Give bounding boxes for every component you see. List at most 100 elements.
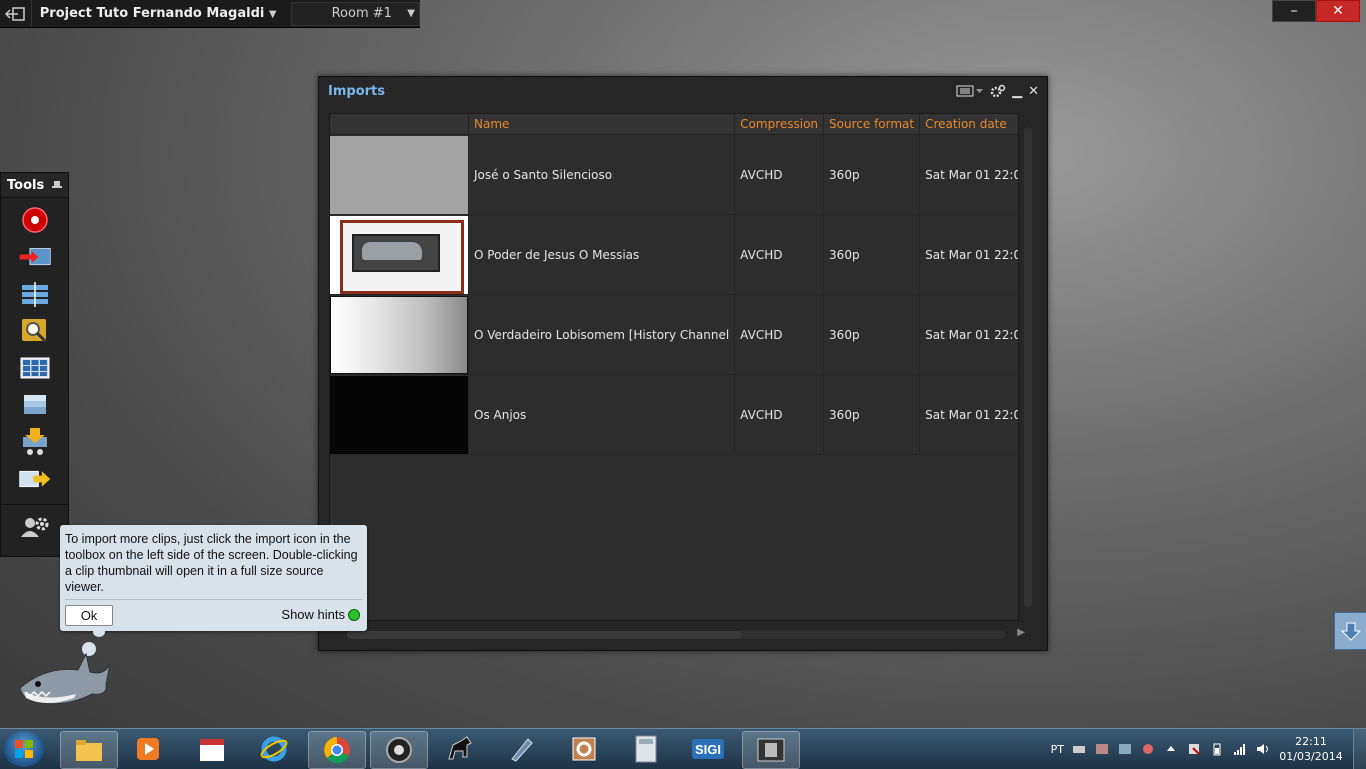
view-list-icon[interactable] — [956, 85, 984, 97]
calendar-icon — [200, 739, 224, 761]
language-indicator[interactable]: PT — [1051, 743, 1064, 756]
clip-compression: AVCHD — [734, 214, 825, 295]
tray-app-icon[interactable] — [1095, 742, 1109, 756]
clip-thumbnail[interactable] — [330, 134, 469, 215]
volume-icon[interactable] — [1256, 742, 1270, 756]
taskbar-chrome[interactable] — [308, 731, 366, 769]
clip-thumbnail[interactable] — [330, 374, 469, 455]
exit-icon — [5, 6, 26, 21]
chevron-down-icon: ▼ — [268, 9, 277, 20]
show-hidden-icons-icon[interactable] — [1164, 742, 1178, 756]
scroll-right-icon[interactable]: ▶ — [1017, 627, 1025, 638]
tray-wifi-app-icon[interactable] — [1141, 742, 1155, 756]
search-button[interactable] — [18, 316, 52, 346]
start-button[interactable] — [4, 731, 44, 767]
taskbar-horse-app[interactable] — [432, 731, 488, 767]
clip-name: O Poder de Jesus O Messias — [468, 214, 736, 295]
keyboard-icon[interactable] — [1072, 742, 1086, 756]
hint-ok-button[interactable]: Ok — [65, 605, 113, 626]
close-button[interactable]: ✕ — [1316, 0, 1360, 22]
tool-icon — [511, 738, 533, 762]
lightworks-icon — [386, 737, 412, 763]
clip-format: 360p — [823, 374, 921, 455]
taskbar-lightworks[interactable] — [370, 731, 428, 769]
project-name: Project Tuto Fernando Magaldi — [39, 6, 265, 21]
vertical-scroll-track[interactable] — [1024, 127, 1032, 607]
download-widget[interactable] — [1334, 612, 1366, 650]
shark-mascot[interactable] — [16, 652, 112, 710]
sigi-icon: SIGI — [692, 739, 724, 759]
share-button[interactable] — [18, 464, 52, 494]
taskbar-calculator[interactable] — [618, 731, 674, 767]
room-selector[interactable]: Room #1 ▼ — [290, 1, 420, 26]
output-button[interactable] — [18, 427, 52, 457]
arrow-down-icon — [1341, 622, 1361, 641]
column-header-compression[interactable]: Compression — [734, 114, 825, 135]
clip-date: Sat Mar 01 22:03:33 — [919, 214, 1018, 295]
clip-thumbnail[interactable] — [330, 214, 469, 295]
action-center-icon[interactable] — [1187, 742, 1201, 756]
vertical-scrollbar[interactable] — [1021, 113, 1035, 619]
table-row[interactable]: Os Anjos AVCHD 360p Sat Mar 01 22:08:22 — [330, 374, 1018, 455]
export-icon — [22, 428, 47, 455]
minimize-button[interactable]: – — [1272, 0, 1316, 22]
tray-network-app-icon[interactable] — [1118, 742, 1132, 756]
hint-divider — [65, 599, 362, 600]
clip-date: Sat Mar 01 22:06:39 — [919, 294, 1018, 375]
taskbar-settings-app[interactable] — [556, 731, 612, 767]
chrome-icon — [324, 737, 350, 764]
battery-icon[interactable] — [1210, 742, 1224, 756]
imports-titlebar: Imports ▁ ✕ — [319, 77, 1047, 105]
timeline-button[interactable] — [18, 279, 52, 309]
minimize-panel-icon[interactable]: ▁ — [1012, 84, 1022, 99]
folder-icon — [76, 740, 102, 761]
settings-user-button[interactable] — [18, 512, 52, 542]
show-hints-toggle[interactable] — [348, 609, 360, 621]
taskbar-ie[interactable] — [246, 731, 302, 767]
taskbar-sigi[interactable]: SIGI — [680, 731, 736, 767]
import-button[interactable] — [18, 242, 52, 272]
clip-date: Sat Mar 01 22:08:22 — [919, 374, 1018, 455]
imports-table: Name Compression Source format Creation … — [329, 113, 1019, 621]
taskbar-tool-app[interactable] — [494, 731, 550, 767]
pin-icon[interactable] — [52, 180, 62, 190]
record-button[interactable] — [18, 205, 52, 235]
layers-button[interactable] — [18, 390, 52, 420]
taskbar-calendar[interactable] — [184, 731, 240, 767]
grid-view-icon — [20, 357, 49, 379]
taskbar-explorer[interactable] — [60, 731, 118, 769]
internet-explorer-icon — [260, 736, 288, 762]
clip-name: José o Santo Silencioso — [468, 134, 736, 215]
show-desktop-button[interactable] — [1353, 729, 1366, 769]
clip-thumbnail[interactable] — [330, 294, 469, 375]
taskbar-video-editor[interactable] — [742, 731, 800, 769]
windows-logo-icon — [15, 740, 33, 758]
project-selector[interactable]: Project Tuto Fernando Magaldi ▼ — [32, 6, 283, 21]
table-header-row: Name Compression Source format Creation … — [330, 114, 1018, 135]
column-header-thumbnail[interactable] — [330, 114, 469, 135]
table-row[interactable]: José o Santo Silencioso AVCHD 360p Sat M… — [330, 134, 1018, 215]
column-header-creation-date[interactable]: Creation date — [919, 114, 1018, 135]
hint-bubble-dot — [93, 627, 105, 637]
clip-name: O Verdadeiro Lobisomem [History Channel — [468, 294, 736, 375]
hint-text: To import more clips, just click the imp… — [65, 532, 358, 594]
hint-bubble: To import more clips, just click the imp… — [60, 525, 367, 631]
close-icon[interactable]: ✕ — [1028, 84, 1039, 99]
calculator-icon — [635, 735, 657, 763]
signal-icon[interactable] — [1233, 742, 1247, 756]
column-header-name[interactable]: Name — [468, 114, 736, 135]
gear-icon[interactable] — [990, 84, 1006, 98]
table-row[interactable]: O Verdadeiro Lobisomem [History Channel … — [330, 294, 1018, 375]
grid-view-button[interactable] — [18, 353, 52, 383]
clock[interactable]: 22:11 01/03/2014 — [1279, 734, 1343, 764]
taskbar-media[interactable] — [120, 731, 176, 767]
horizontal-scroll-thumb[interactable] — [347, 631, 741, 639]
table-row[interactable]: O Poder de Jesus O Messias AVCHD 360p Sa… — [330, 214, 1018, 295]
imports-title: Imports — [328, 83, 385, 99]
imports-actions: ▁ ✕ — [956, 84, 1039, 99]
media-player-icon — [137, 738, 159, 760]
column-header-source-format[interactable]: Source format — [823, 114, 921, 135]
clock-time: 22:11 — [1295, 735, 1327, 748]
exit-button[interactable] — [0, 0, 32, 27]
horizontal-scrollbar[interactable]: ▶ — [335, 627, 1025, 641]
